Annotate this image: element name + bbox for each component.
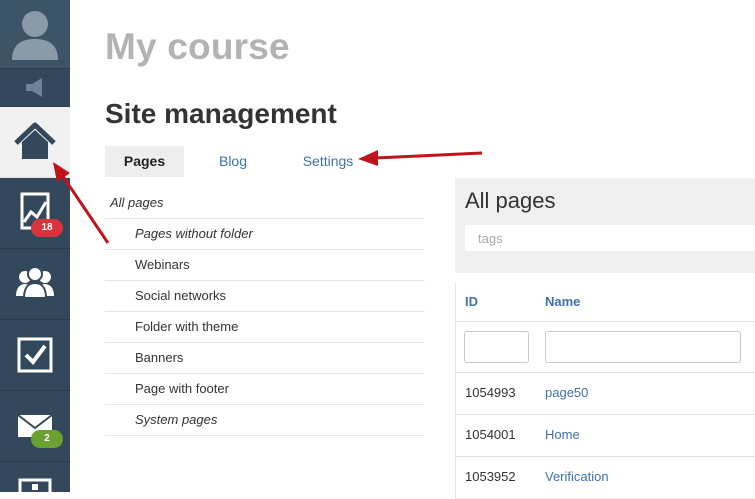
- course-title: My course: [105, 26, 290, 67]
- messages-badge: 2: [31, 430, 63, 448]
- mail-icon: [17, 414, 53, 437]
- tab-blog[interactable]: Blog: [203, 146, 263, 177]
- table-header: ID Name: [456, 283, 755, 322]
- tab-settings[interactable]: Settings: [293, 146, 363, 177]
- folder-list: All pages Pages without folder Webinars …: [105, 188, 425, 436]
- tab-pages[interactable]: Pages: [105, 146, 184, 177]
- table-filter-row: [456, 322, 755, 373]
- pages-panel-header: All pages: [455, 178, 755, 273]
- folder-webinars[interactable]: Webinars: [105, 250, 425, 281]
- sidebar-item-tasks[interactable]: [0, 320, 70, 391]
- user-avatar-icon: [12, 11, 58, 60]
- folder-page-with-footer[interactable]: Page with footer: [105, 374, 425, 405]
- calendar-icon: [18, 478, 52, 492]
- sidebar-item-users[interactable]: [0, 249, 70, 320]
- sidebar-item-messages[interactable]: 2: [0, 391, 70, 462]
- left-sidebar: 18 2: [0, 0, 70, 492]
- folder-with-theme[interactable]: Folder with theme: [105, 312, 425, 343]
- sidebar-item-statistics[interactable]: 18: [0, 178, 70, 249]
- statistics-badge: 18: [31, 219, 63, 237]
- arrow-to-settings-tab: [358, 150, 483, 166]
- sidebar-item-more[interactable]: [0, 462, 70, 492]
- row-name-link[interactable]: Home: [545, 427, 580, 442]
- row-id: 1053952: [465, 469, 516, 484]
- folder-pages-without-folder[interactable]: Pages without folder: [105, 219, 425, 250]
- row-id: 1054993: [465, 385, 516, 400]
- row-name-link[interactable]: Verification: [545, 469, 609, 484]
- table-row[interactable]: 1053952 Verification: [456, 457, 755, 499]
- announcements-button[interactable]: [0, 69, 70, 107]
- tags-input[interactable]: [465, 225, 755, 251]
- table-row[interactable]: 1054001 Home: [456, 415, 755, 457]
- home-icon: [14, 122, 56, 159]
- id-filter-input[interactable]: [464, 331, 529, 363]
- folder-social-networks[interactable]: Social networks: [105, 281, 425, 312]
- checkbox-icon: [17, 337, 53, 373]
- column-header-id[interactable]: ID: [465, 294, 478, 309]
- page-title: Site management: [105, 98, 337, 129]
- column-header-name[interactable]: Name: [545, 294, 580, 309]
- user-avatar[interactable]: [0, 0, 70, 69]
- name-filter-input[interactable]: [545, 331, 741, 363]
- row-id: 1054001: [465, 427, 516, 442]
- folder-all-pages[interactable]: All pages: [105, 188, 425, 219]
- row-name-link[interactable]: page50: [545, 385, 588, 400]
- panel-title: All pages: [465, 188, 556, 213]
- folder-system-pages[interactable]: System pages: [105, 405, 425, 436]
- folder-banners[interactable]: Banners: [105, 343, 425, 374]
- sidebar-item-home[interactable]: [0, 107, 70, 178]
- table-row[interactable]: 1054993 page50: [456, 373, 755, 415]
- chart-icon: [20, 192, 50, 230]
- users-icon: [16, 266, 54, 299]
- megaphone-icon: [26, 78, 42, 97]
- pages-table: ID Name 1054993 page50 1054001 Home 1053…: [455, 283, 755, 499]
